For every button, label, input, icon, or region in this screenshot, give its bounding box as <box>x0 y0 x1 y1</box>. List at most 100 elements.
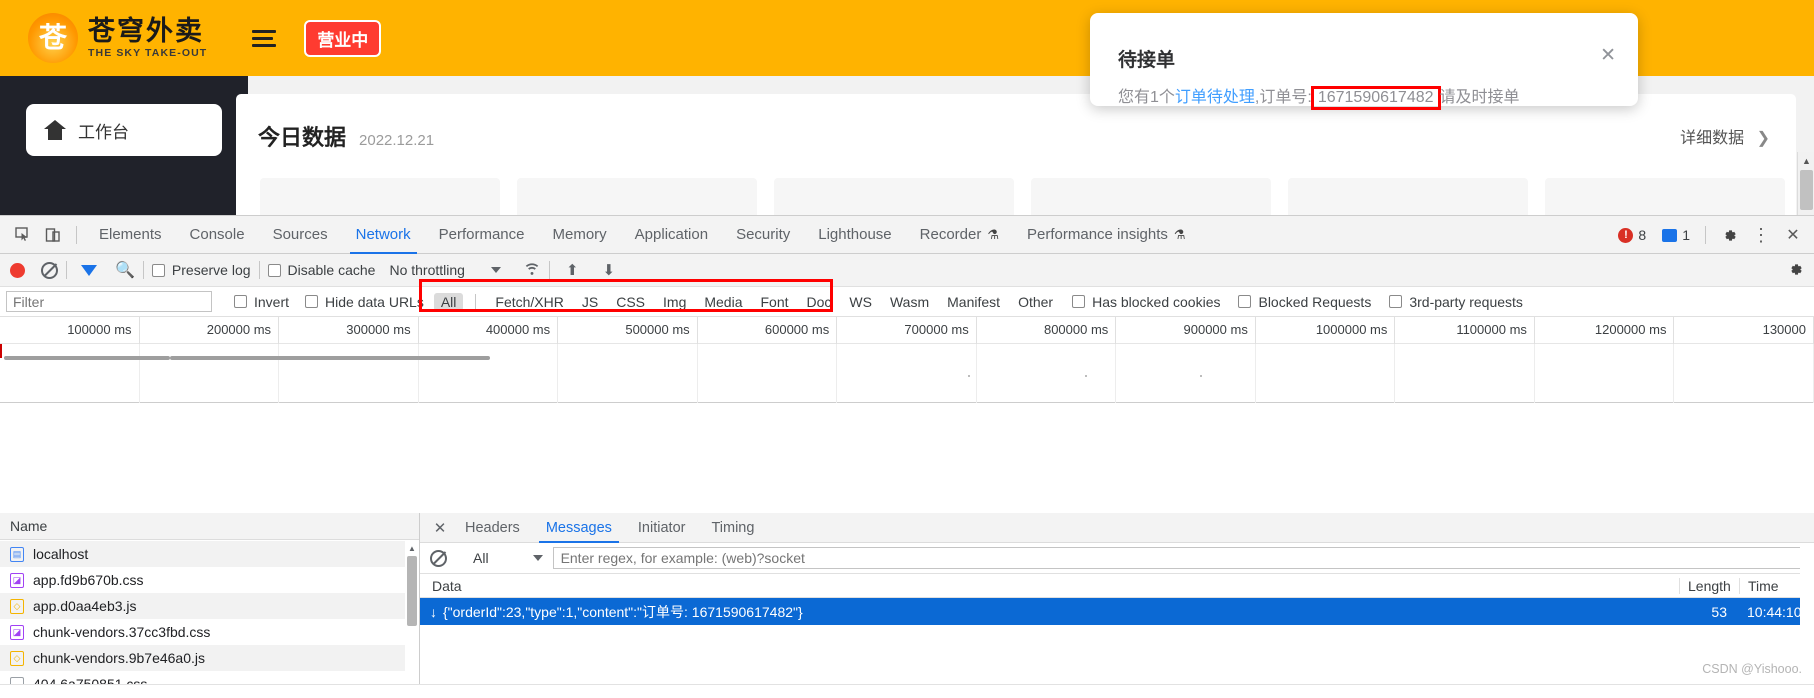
network-conditions-icon[interactable] <box>523 260 541 281</box>
resource-type-filter[interactable]: WS <box>842 293 879 311</box>
devtools-tab[interactable]: Elements <box>85 216 176 254</box>
checkbox-box[interactable] <box>1389 295 1402 308</box>
devtools-tab[interactable]: Console <box>176 216 259 254</box>
invert-checkbox[interactable]: Invert <box>234 294 289 310</box>
status-badge-open[interactable]: 营业中 <box>304 20 381 57</box>
close-devtools-icon[interactable]: ✕ <box>1778 221 1808 249</box>
clear-network-log-icon[interactable] <box>41 262 58 279</box>
menu-toggle-icon[interactable] <box>252 27 276 49</box>
scroll-up-icon[interactable]: ▲ <box>405 541 419 555</box>
page-vertical-scrollbar[interactable]: ▲ ▼ <box>1797 152 1814 215</box>
gear-icon[interactable] <box>1714 221 1744 249</box>
message-badge[interactable]: 1 <box>1655 225 1697 245</box>
has-blocked-cookies-checkbox[interactable]: Has blocked cookies <box>1072 294 1220 310</box>
import-har-icon[interactable]: ⬆ <box>566 261 579 279</box>
more-options-icon[interactable]: ⋮ <box>1746 221 1776 249</box>
resource-type-filter[interactable]: Img <box>656 293 693 311</box>
details-tab[interactable]: Initiator <box>625 513 699 543</box>
device-toolbar-icon[interactable] <box>38 221 68 249</box>
message-count: 1 <box>1682 227 1690 243</box>
resource-type-filter[interactable]: Media <box>697 293 749 311</box>
preserve-log-checkbox[interactable]: Preserve log <box>152 262 251 278</box>
request-list-header[interactable]: Name <box>0 513 419 540</box>
devtools-tab[interactable]: Performance <box>425 216 539 254</box>
request-list-scrollbar[interactable]: ▲ <box>405 541 419 698</box>
horizontal-scrollbar[interactable] <box>0 684 1814 698</box>
resource-type-filter[interactable]: CSS <box>609 293 652 311</box>
inspect-element-icon[interactable] <box>8 221 38 249</box>
resource-type-filter[interactable]: Font <box>754 293 796 311</box>
error-badge[interactable]: ! 8 <box>1611 225 1653 245</box>
brand-logo[interactable]: 苍 苍穹外卖 THE SKY TAKE-OUT <box>28 13 207 63</box>
resource-type-filter[interactable]: Doc <box>800 293 839 311</box>
checkbox-box[interactable] <box>305 295 318 308</box>
request-name: app.d0aa4eb3.js <box>33 598 137 614</box>
record-button[interactable] <box>10 263 25 278</box>
message-type-select[interactable]: All <box>473 550 489 566</box>
hide-data-urls-checkbox[interactable]: Hide data URLs <box>305 294 424 310</box>
blocked-requests-checkbox[interactable]: Blocked Requests <box>1238 294 1371 310</box>
message-regex-input[interactable] <box>553 547 1802 569</box>
checkbox-box[interactable] <box>1238 295 1251 308</box>
resource-type-filter[interactable]: Manifest <box>940 293 1007 311</box>
disable-cache-checkbox[interactable]: Disable cache <box>268 262 376 278</box>
chevron-down-icon[interactable] <box>491 267 501 273</box>
details-tab[interactable]: Timing <box>698 513 767 543</box>
details-scrollbar[interactable] <box>1800 543 1814 698</box>
request-row[interactable]: ◇ app.d0aa4eb3.js <box>0 593 419 619</box>
file-type-icon: ◇ <box>10 599 24 614</box>
column-name-header: Name <box>10 518 47 534</box>
scroll-up-icon[interactable]: ▲ <box>1798 152 1814 169</box>
message-row[interactable]: ↓{"orderId":23,"type":1,"content":"订单号: … <box>420 598 1814 625</box>
devtools-tab[interactable]: Recorder⚗ <box>906 216 1013 254</box>
filter-icon[interactable] <box>81 265 97 276</box>
devtools-tab[interactable]: Sources <box>259 216 342 254</box>
resource-type-filter[interactable]: All <box>434 293 464 311</box>
timeline-gridline <box>419 344 559 403</box>
request-list[interactable]: ▤localhost◪app.fd9b670b.css ◇ app.d0aa4eb3… <box>0 541 419 698</box>
clear-messages-icon[interactable] <box>430 550 447 567</box>
details-tab[interactable]: Messages <box>533 513 625 543</box>
request-row[interactable]: ◪app.fd9b670b.css <box>0 567 419 593</box>
checkbox-box[interactable] <box>1072 295 1085 308</box>
sidebar-item-label: 工作台 <box>78 118 129 143</box>
checkbox-box[interactable] <box>268 264 281 277</box>
network-overview-timeline[interactable]: 100000 ms200000 ms300000 ms400000 ms5000… <box>0 317 1814 403</box>
scrollbar-thumb[interactable] <box>407 556 417 626</box>
request-row[interactable]: ▤localhost <box>0 541 419 567</box>
devtools-tab[interactable]: Lighthouse <box>804 216 905 254</box>
notification-link[interactable]: 订单待处理 <box>1175 89 1255 106</box>
search-icon[interactable]: 🔍 <box>115 260 135 280</box>
message-length-cell: 53 <box>1679 604 1739 620</box>
messages-list[interactable]: ↓{"orderId":23,"type":1,"content":"订单号: … <box>420 598 1814 625</box>
filter-input[interactable] <box>6 291 212 312</box>
third-party-requests-checkbox[interactable]: 3rd-party requests <box>1389 294 1523 310</box>
home-icon <box>44 120 66 140</box>
request-row[interactable]: ◪chunk-vendors.37cc3fbd.css <box>0 619 419 645</box>
devtools-tab[interactable]: Network <box>342 216 425 254</box>
details-tab[interactable]: Headers <box>452 513 533 543</box>
sidebar-item-workbench[interactable]: 工作台 <box>26 104 222 156</box>
devtools-tab[interactable]: Performance insights⚗ <box>1013 216 1200 254</box>
throttling-select[interactable]: No throttling <box>389 262 464 278</box>
devtools-tab[interactable]: Memory <box>539 216 621 254</box>
request-list-pane: Name ▤localhost◪app.fd9b670b.css ◇ app.d0a… <box>0 513 420 698</box>
detail-data-link[interactable]: 详细数据 ❯ <box>1680 124 1770 148</box>
devtools-tab[interactable]: Security <box>722 216 804 254</box>
close-details-icon[interactable]: ✕ <box>428 516 452 540</box>
checkbox-box[interactable] <box>152 264 165 277</box>
devtools-tab[interactable]: Application <box>621 216 722 254</box>
close-icon[interactable]: ✕ <box>1600 46 1616 65</box>
scrollbar-thumb[interactable] <box>1800 170 1813 210</box>
request-row[interactable]: ◇chunk-vendors.9b7e46a0.js <box>0 645 419 671</box>
order-notification-popup[interactable]: 待接单 您有1个订单待处理,订单号:1671590617482请及时接单 ✕ <box>1090 13 1638 106</box>
resource-type-filter[interactable]: Other <box>1011 293 1060 311</box>
resource-type-filter[interactable]: Wasm <box>883 293 936 311</box>
checkbox-box[interactable] <box>234 295 247 308</box>
export-har-icon[interactable]: ⬇ <box>603 261 616 279</box>
chevron-down-icon[interactable] <box>533 555 543 561</box>
resource-type-filter[interactable]: Fetch/XHR <box>488 293 570 311</box>
resource-type-filter[interactable]: JS <box>575 293 605 311</box>
network-settings-gear-icon[interactable] <box>1787 261 1804 283</box>
devtools-tab-label: Application <box>635 226 708 243</box>
